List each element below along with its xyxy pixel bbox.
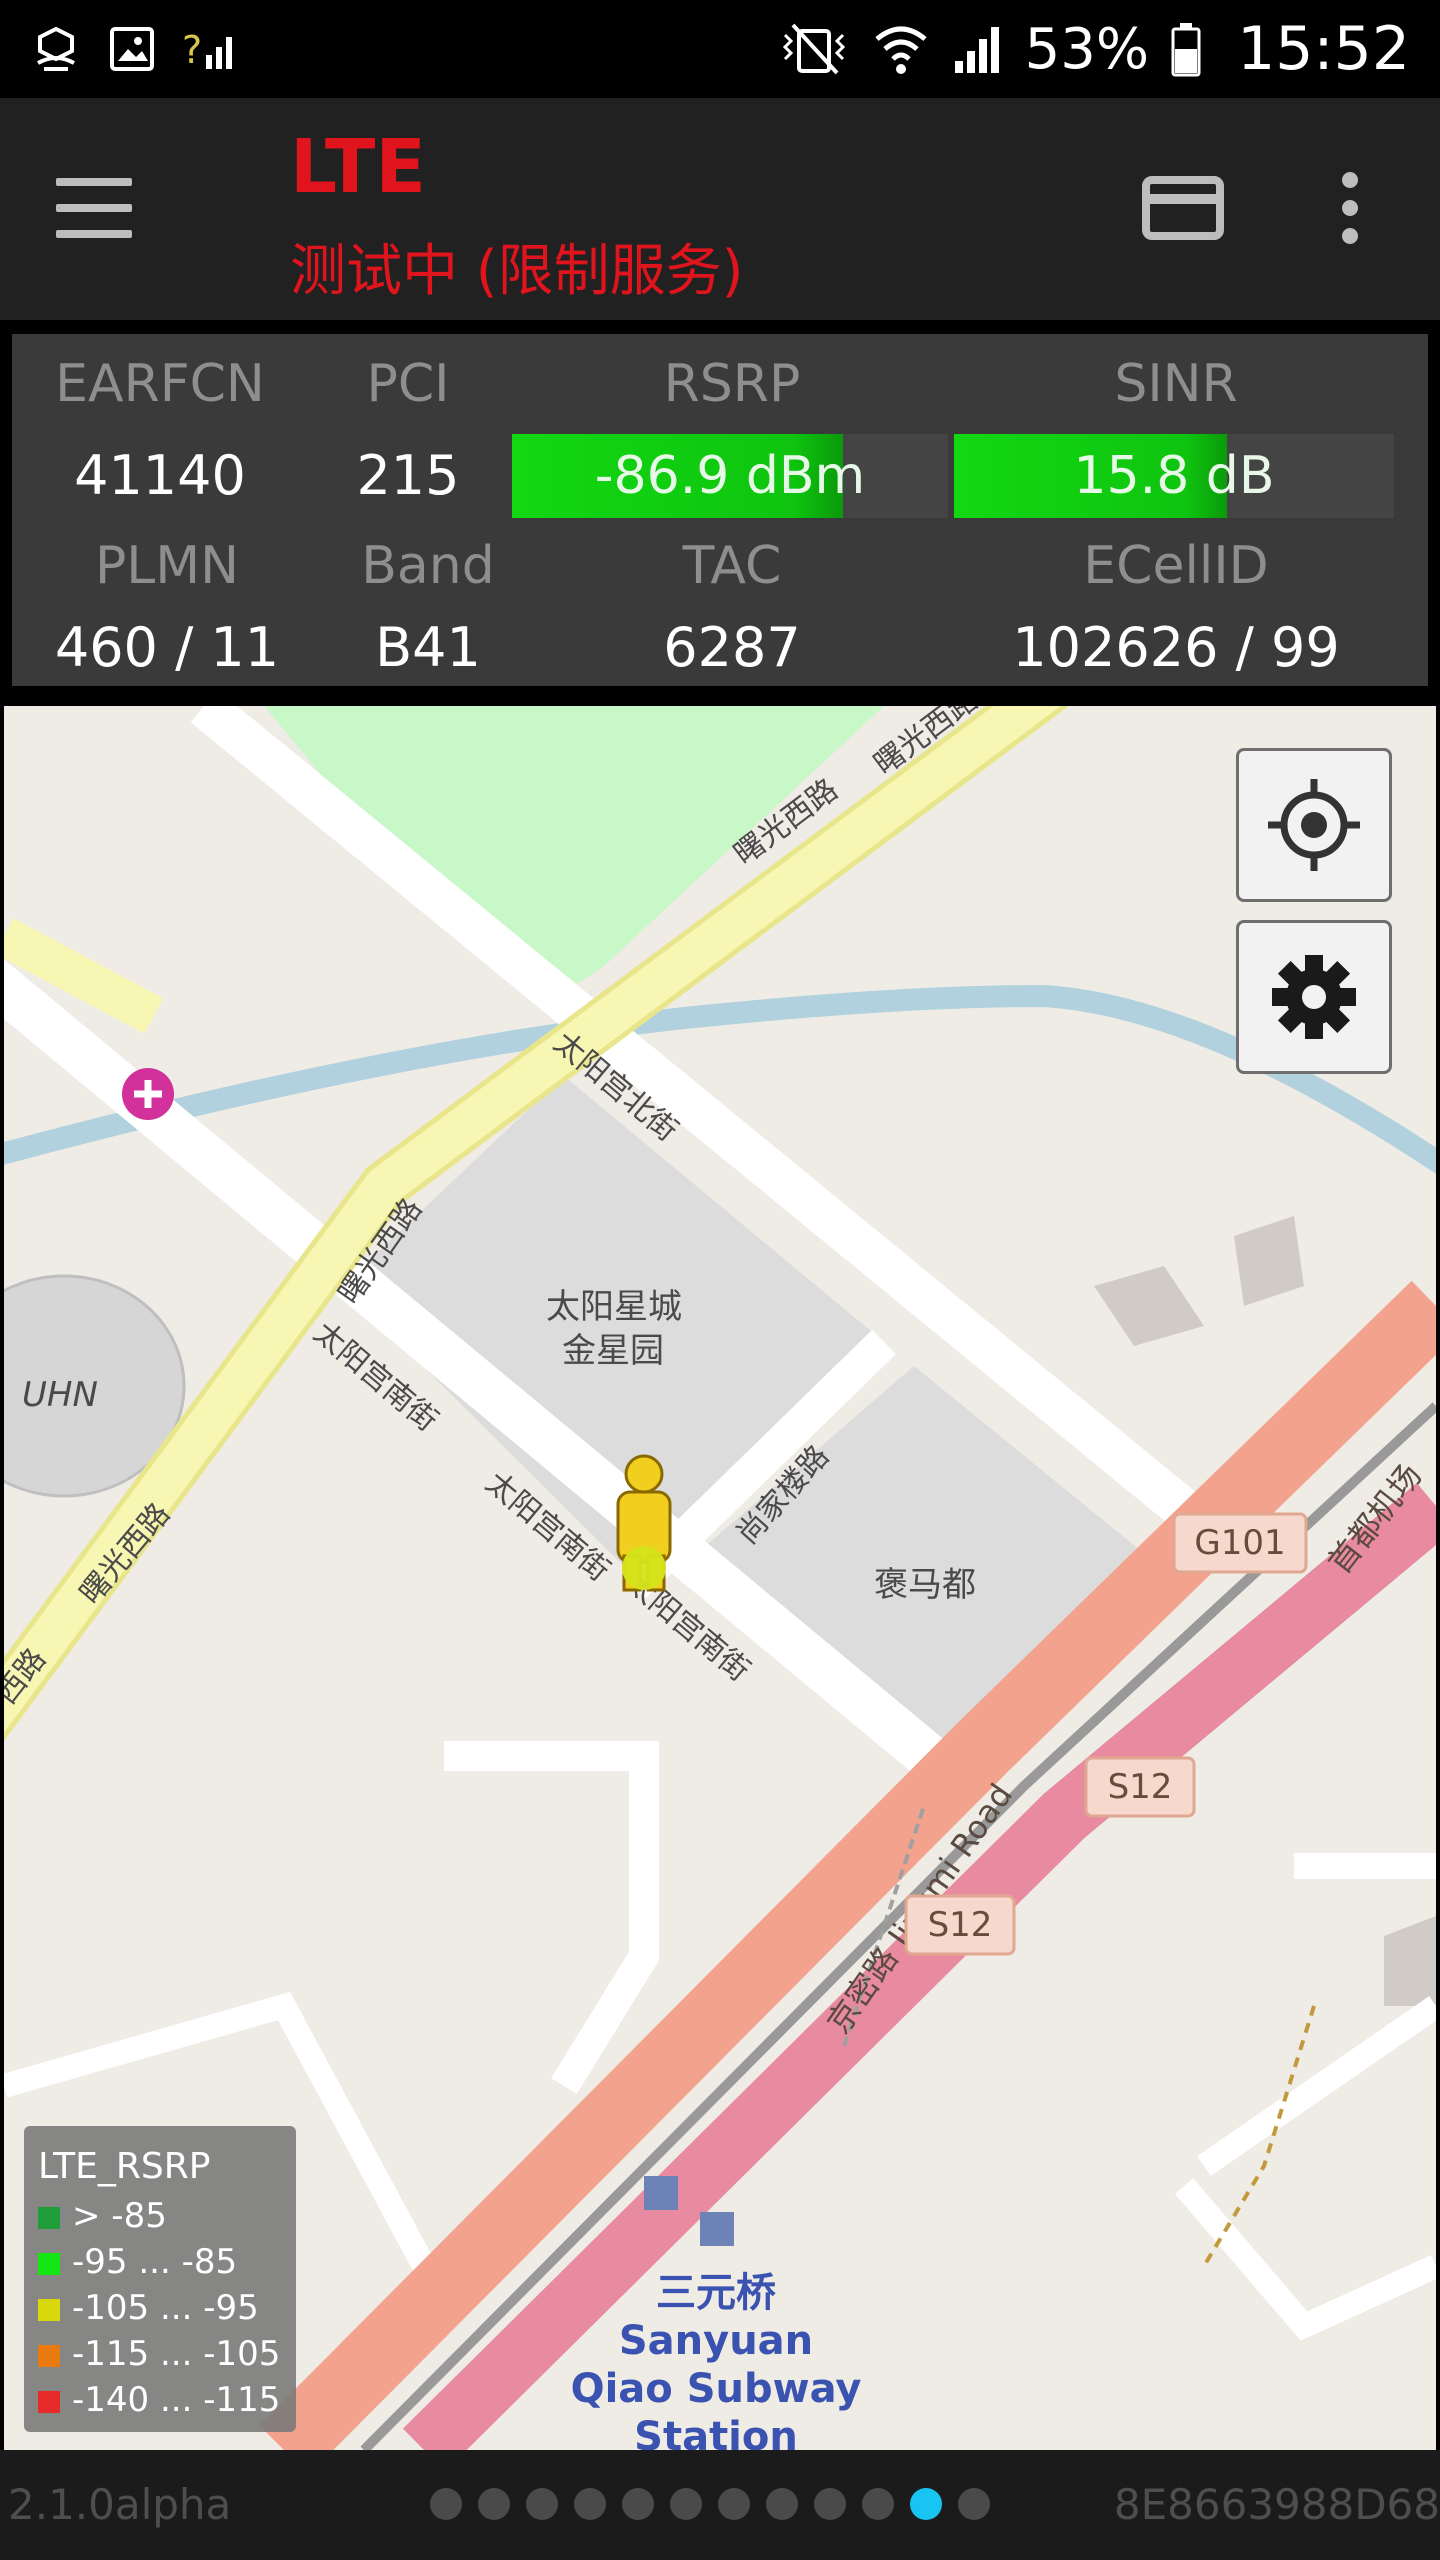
page-dot[interactable]: [766, 2488, 798, 2520]
plmn-label: PLMN: [94, 536, 240, 596]
cell-signal-icon: [954, 27, 999, 73]
legend-swatch: [38, 2299, 60, 2321]
label-block: 太阳星城: [546, 1287, 682, 1327]
settings-icon: [1272, 955, 1356, 1039]
status-bar: ? 53% 15:52: [0, 0, 1440, 98]
station-name-cn: 三元桥: [656, 2270, 776, 2316]
page-dot[interactable]: [958, 2488, 990, 2520]
page-indicator[interactable]: [430, 2488, 990, 2522]
app-subtitle: 测试中 (限制服务): [290, 239, 744, 304]
svg-text:?: ?: [182, 28, 202, 72]
status-right: 53% 15:52: [779, 14, 1410, 84]
legend-item: > -85: [38, 2196, 167, 2236]
more-icon[interactable]: [1330, 170, 1370, 246]
signal-unknown-icon: ?: [182, 28, 232, 72]
measurement-point: [622, 1546, 666, 1590]
page-dot[interactable]: [862, 2488, 894, 2520]
rsrp-value: -86.9 dBm: [594, 446, 866, 506]
card-icon[interactable]: [1142, 176, 1224, 240]
label-uhn: UHN: [22, 1375, 98, 1415]
shield-s12: S12: [1108, 1767, 1173, 1807]
pci-value: 215: [356, 444, 460, 507]
earfcn-label: EARFCN: [55, 354, 265, 414]
image-icon: [110, 27, 154, 71]
status-left-icons: ?: [30, 20, 234, 78]
app-title: LTE: [290, 124, 426, 210]
label-block: 褒马都: [874, 1565, 976, 1605]
station-name-en: Station: [634, 2414, 798, 2450]
band-label: Band: [361, 536, 495, 596]
battery-icon: [1171, 23, 1201, 77]
page-dot[interactable]: [718, 2488, 750, 2520]
tac-label: TAC: [682, 536, 782, 596]
station-name-en: Qiao Subway: [571, 2366, 862, 2412]
ecellid-value: 102626 / 99: [1012, 616, 1340, 679]
building: [1094, 1266, 1204, 1346]
page-dot[interactable]: [622, 2488, 654, 2520]
cast-icon: [37, 26, 75, 71]
station-name-en: Sanyuan: [619, 2318, 813, 2364]
page-dot[interactable]: [574, 2488, 606, 2520]
legend-swatch: [38, 2391, 60, 2413]
pci-label: PCI: [366, 354, 450, 414]
map-settings-button[interactable]: [1236, 920, 1392, 1074]
label-block: 金星园: [562, 1331, 664, 1371]
page-dot[interactable]: [814, 2488, 846, 2520]
page-dot[interactable]: [910, 2488, 942, 2520]
tac-value: 6287: [663, 616, 801, 679]
building: [1384, 1916, 1436, 2006]
app-version: 2.1.0alpha: [8, 2480, 232, 2529]
legend-item: -105 ... -95: [38, 2288, 259, 2328]
app-bar: LTE 测试中 (限制服务): [0, 98, 1440, 320]
subway-entrance-icon[interactable]: [644, 2176, 678, 2210]
cell-info-panel: EARFCN 41140 PCI 215 RSRP -86.9 dBm SINR…: [12, 334, 1428, 686]
device-id: 8E8663988D68: [1113, 2480, 1440, 2529]
my-location-icon: [1268, 779, 1360, 871]
shield-s12: S12: [928, 1905, 993, 1945]
minor-road: [444, 1741, 659, 2094]
page-dot[interactable]: [478, 2488, 510, 2520]
current-location-marker[interactable]: [616, 1454, 672, 1592]
mute-icon: [782, 23, 845, 75]
rsrp-meter: -86.9 dBm: [512, 434, 948, 518]
plmn-value: 460 / 11: [54, 616, 280, 679]
shield-g101: G101: [1194, 1523, 1285, 1563]
sinr-value: 15.8 dB: [1073, 446, 1275, 506]
legend-swatch: [38, 2253, 60, 2275]
building: [1234, 1216, 1304, 1306]
subway-entrance-icon[interactable]: [700, 2212, 734, 2246]
band-value: B41: [375, 616, 481, 679]
earfcn-value: 41140: [74, 444, 246, 507]
map-view[interactable]: 曙光西路 曙光西路 曙光西路 曙光西路 西路 太阳宫北街 太阳宫南街 太阳宫南街…: [4, 706, 1436, 2450]
minor-road: [1197, 1996, 1436, 2176]
legend-swatch: [38, 2207, 60, 2229]
menu-icon[interactable]: [56, 178, 132, 238]
page-dot[interactable]: [430, 2488, 462, 2520]
my-location-button[interactable]: [1236, 748, 1392, 902]
sinr-label: SINR: [1114, 354, 1238, 414]
legend-swatch: [38, 2345, 60, 2367]
legend-item: -115 ... -105: [38, 2334, 280, 2374]
rsrp-label: RSRP: [663, 354, 801, 414]
legend-title: LTE_RSRP: [38, 2146, 211, 2187]
battery-percent: 53%: [1024, 16, 1150, 82]
legend-item: -95 ... -85: [38, 2242, 237, 2282]
ecellid-label: ECellID: [1083, 536, 1269, 596]
wifi-icon: [875, 26, 927, 74]
sinr-meter: 15.8 dB: [954, 434, 1394, 518]
rsrp-legend: LTE_RSRP > -85 -95 ... -85 -105 ... -95 …: [24, 2126, 296, 2432]
page-dot[interactable]: [670, 2488, 702, 2520]
legend-item: -140 ... -115: [38, 2380, 280, 2420]
minor-road: [1174, 2178, 1436, 2341]
page-dot[interactable]: [526, 2488, 558, 2520]
clock: 15:52: [1237, 14, 1410, 84]
bottom-bar: 2.1.0alpha 8E8663988D68: [0, 2450, 1440, 2560]
